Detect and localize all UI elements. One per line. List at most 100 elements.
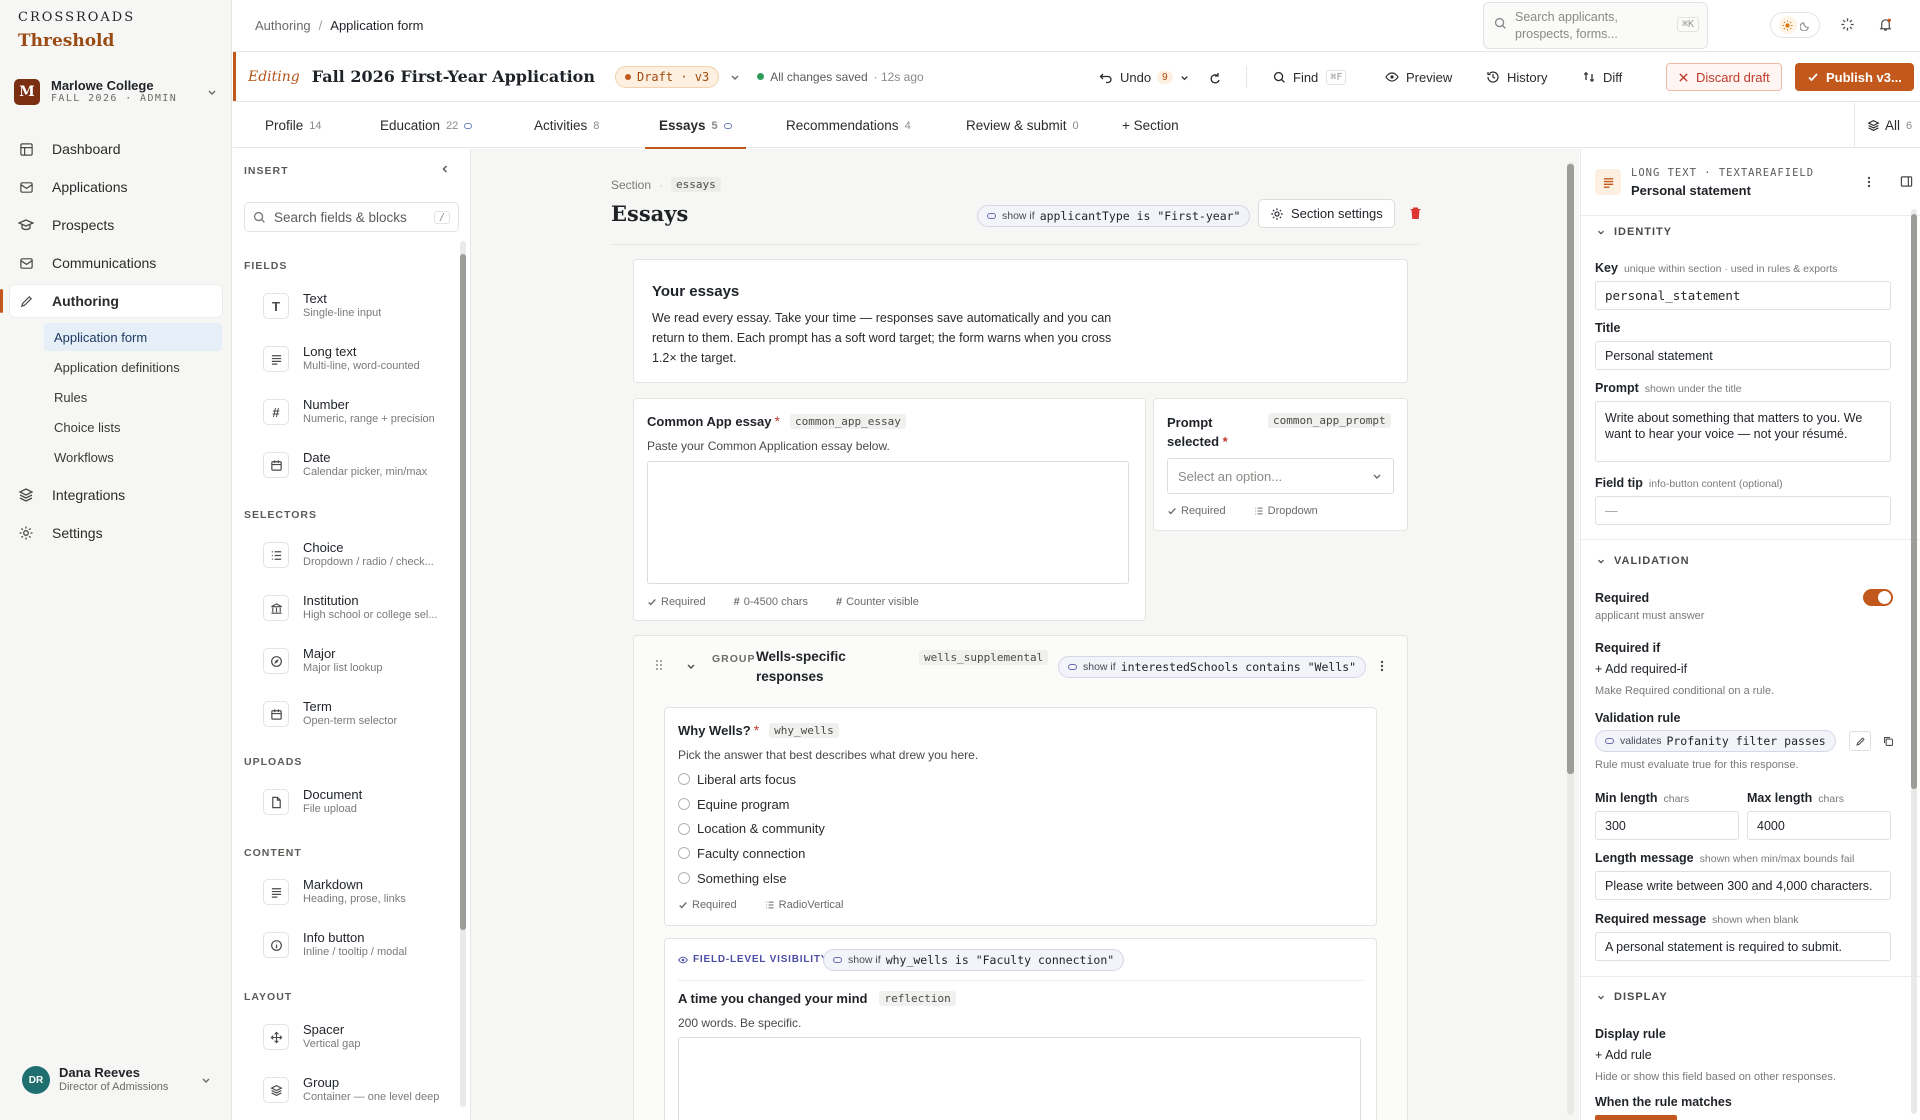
edit-icon[interactable] bbox=[1849, 731, 1871, 751]
nav-sub-choice-lists[interactable]: Choice lists bbox=[10, 413, 222, 441]
discard-draft-button[interactable]: Discard draft bbox=[1666, 63, 1782, 91]
blocks-search-input[interactable]: Search fields & blocks / bbox=[244, 202, 459, 232]
tab-essays[interactable]: Essays 5 bbox=[645, 103, 746, 149]
nav-applications[interactable]: Applications bbox=[10, 171, 222, 203]
required-message-input[interactable]: A personal statement is required to subm… bbox=[1595, 932, 1891, 961]
tab-activities[interactable]: Activities 8 bbox=[534, 103, 599, 148]
chevron-left-icon[interactable] bbox=[439, 163, 451, 175]
add-section-button[interactable]: + Section bbox=[1122, 103, 1179, 148]
bell-icon[interactable] bbox=[1878, 17, 1893, 32]
sun-icon[interactable] bbox=[1778, 16, 1797, 34]
status-badge[interactable]: Draft · v3 bbox=[614, 65, 720, 88]
field-prompt-selected[interactable]: Prompt selected * common_app_prompt Sele… bbox=[1153, 398, 1408, 531]
validation-rule-chip[interactable]: validates Profanity filter passes bbox=[1595, 730, 1836, 752]
tip-input[interactable]: — bbox=[1595, 496, 1891, 525]
add-required-if-button[interactable]: + Add required-if bbox=[1595, 662, 1687, 676]
tab-profile[interactable]: Profile 14 bbox=[265, 103, 322, 148]
group-wells-supplemental[interactable]: GROUP Wells-specific responses wells_sup… bbox=[633, 635, 1408, 1120]
breadcrumb-parent[interactable]: Authoring bbox=[255, 18, 311, 33]
radio-option[interactable]: Location & community bbox=[678, 816, 825, 841]
radio-option[interactable]: Liberal arts focus bbox=[678, 767, 825, 792]
org-switcher[interactable]: M Marlowe College FALL 2026 · ADMIN bbox=[14, 78, 218, 106]
display-section-toggle[interactable]: DISPLAY bbox=[1596, 991, 1668, 1003]
block-document[interactable]: Document File upload bbox=[263, 780, 443, 824]
nav-prospects[interactable]: Prospects bbox=[10, 209, 222, 241]
tab-recommendations[interactable]: Recommendations 4 bbox=[786, 103, 911, 148]
search-input[interactable]: Search applicants, prospects, forms... bbox=[1515, 9, 1675, 43]
nav-communications[interactable]: Communications bbox=[10, 247, 222, 279]
user-menu[interactable]: DR Dana Reeves Director of Admissions bbox=[22, 1066, 212, 1094]
block-group[interactable]: Group Container — one level deep bbox=[263, 1068, 443, 1112]
loader-icon[interactable] bbox=[1840, 17, 1855, 32]
field-rule-chip[interactable]: show if why_wells is "Faculty connection… bbox=[823, 949, 1125, 971]
block-info-button[interactable]: Info button Inline / tooltip / modal bbox=[263, 923, 443, 967]
common-app-essay-textarea[interactable] bbox=[647, 461, 1129, 584]
block-number[interactable]: # Number Numeric, range + precision bbox=[263, 390, 443, 434]
min-length-input[interactable]: 300 bbox=[1595, 811, 1739, 840]
properties-scrollbar-thumb[interactable] bbox=[1911, 214, 1917, 789]
block-date[interactable]: Date Calendar picker, min/max bbox=[263, 443, 443, 487]
block-long-text[interactable]: Long text Multi-line, word-counted bbox=[263, 337, 443, 381]
block-spacer[interactable]: Spacer Vertical gap bbox=[263, 1015, 443, 1059]
prompt-select[interactable]: Select an option... bbox=[1167, 458, 1394, 494]
copy-icon[interactable] bbox=[1877, 731, 1899, 751]
more-vertical-icon[interactable] bbox=[1380, 660, 1384, 672]
group-rule-chip[interactable]: show if interestedSchools contains "Well… bbox=[1058, 656, 1367, 678]
block-term[interactable]: Term Open-term selector bbox=[263, 692, 443, 736]
find-button[interactable]: Find ⌘F bbox=[1273, 63, 1347, 91]
redo-button[interactable] bbox=[1208, 63, 1229, 91]
max-length-input[interactable]: 4000 bbox=[1747, 811, 1891, 840]
nav-sub-application-form[interactable]: Application form bbox=[44, 323, 222, 351]
nav-authoring[interactable]: Authoring bbox=[0, 285, 222, 317]
nav-sub-rules[interactable]: Rules bbox=[10, 383, 222, 411]
nav-integrations[interactable]: Integrations bbox=[10, 479, 222, 511]
block-text[interactable]: T Text Single-line input bbox=[263, 284, 443, 328]
section-settings-button[interactable]: Section settings bbox=[1258, 199, 1395, 228]
field-reflection[interactable]: FIELD-LEVEL VISIBILITY show if why_wells… bbox=[664, 938, 1377, 1120]
radio-option[interactable]: Faculty connection bbox=[678, 841, 825, 866]
required-toggle[interactable] bbox=[1863, 589, 1893, 606]
canvas-scrollbar-thumb[interactable] bbox=[1567, 164, 1574, 774]
section-rule-chip[interactable]: show if applicantType is "First-year" bbox=[977, 205, 1251, 227]
radio-option[interactable]: Equine program bbox=[678, 792, 825, 817]
add-display-rule-button[interactable]: + Add rule bbox=[1595, 1048, 1652, 1062]
block-institution[interactable]: Institution High school or college sel... bbox=[263, 586, 443, 630]
nav-dashboard[interactable]: Dashboard bbox=[10, 133, 222, 165]
segmented-control-active[interactable] bbox=[1595, 1115, 1677, 1120]
history-button[interactable]: History bbox=[1486, 63, 1547, 91]
diff-button[interactable]: Diff bbox=[1582, 63, 1622, 91]
chevron-down-icon[interactable] bbox=[685, 660, 697, 672]
preview-button[interactable]: Preview bbox=[1385, 63, 1452, 91]
field-common-app-essay[interactable]: Common App essay * common_app_essay Paste… bbox=[633, 398, 1146, 621]
nav-settings[interactable]: Settings bbox=[10, 517, 222, 549]
radio-option[interactable]: Something else bbox=[678, 866, 825, 891]
key-input[interactable]: personal_statement bbox=[1595, 281, 1891, 310]
tab-education[interactable]: Education 22 bbox=[380, 103, 473, 148]
validation-section-toggle[interactable]: VALIDATION bbox=[1596, 555, 1690, 567]
nav-sub-application-definitions[interactable]: Application definitions bbox=[10, 353, 222, 381]
undo-button[interactable]: Undo 9 bbox=[1099, 63, 1190, 91]
field-why-wells[interactable]: Why Wells? * why_wells Pick the answer th… bbox=[664, 707, 1377, 926]
chevron-down-icon[interactable] bbox=[729, 71, 741, 83]
block-markdown[interactable]: Markdown Heading, prose, links bbox=[263, 870, 443, 914]
length-message-input[interactable]: Please write between 300 and 4,000 chara… bbox=[1595, 871, 1891, 900]
block-choice[interactable]: Choice Dropdown / radio / check... bbox=[263, 533, 443, 577]
panel-toggle-icon[interactable] bbox=[1900, 175, 1913, 188]
prompt-textarea[interactable]: Write about something that matters to yo… bbox=[1595, 401, 1891, 462]
identity-section-toggle[interactable]: IDENTITY bbox=[1596, 226, 1672, 238]
tab-all[interactable]: All 6 bbox=[1854, 103, 1912, 148]
global-search[interactable]: Search applicants, prospects, forms... ⌘… bbox=[1483, 2, 1708, 49]
intro-markdown-block[interactable]: Your essays We read every essay. Take yo… bbox=[633, 259, 1408, 383]
block-major[interactable]: Major Major list lookup bbox=[263, 639, 443, 683]
publish-button[interactable]: Publish v3... bbox=[1795, 63, 1914, 91]
insert-scrollbar-thumb[interactable] bbox=[460, 254, 466, 930]
nav-sub-workflows[interactable]: Workflows bbox=[10, 443, 222, 471]
reflection-textarea[interactable] bbox=[678, 1037, 1361, 1120]
theme-toggle[interactable] bbox=[1770, 12, 1820, 38]
more-vertical-icon[interactable] bbox=[1867, 176, 1871, 188]
drag-handle-icon[interactable] bbox=[654, 659, 664, 671]
tab-review-submit[interactable]: Review & submit 0 bbox=[966, 103, 1079, 148]
moon-icon[interactable] bbox=[1800, 20, 1811, 31]
title-input[interactable]: Personal statement bbox=[1595, 341, 1891, 370]
trash-icon[interactable] bbox=[1409, 206, 1422, 220]
